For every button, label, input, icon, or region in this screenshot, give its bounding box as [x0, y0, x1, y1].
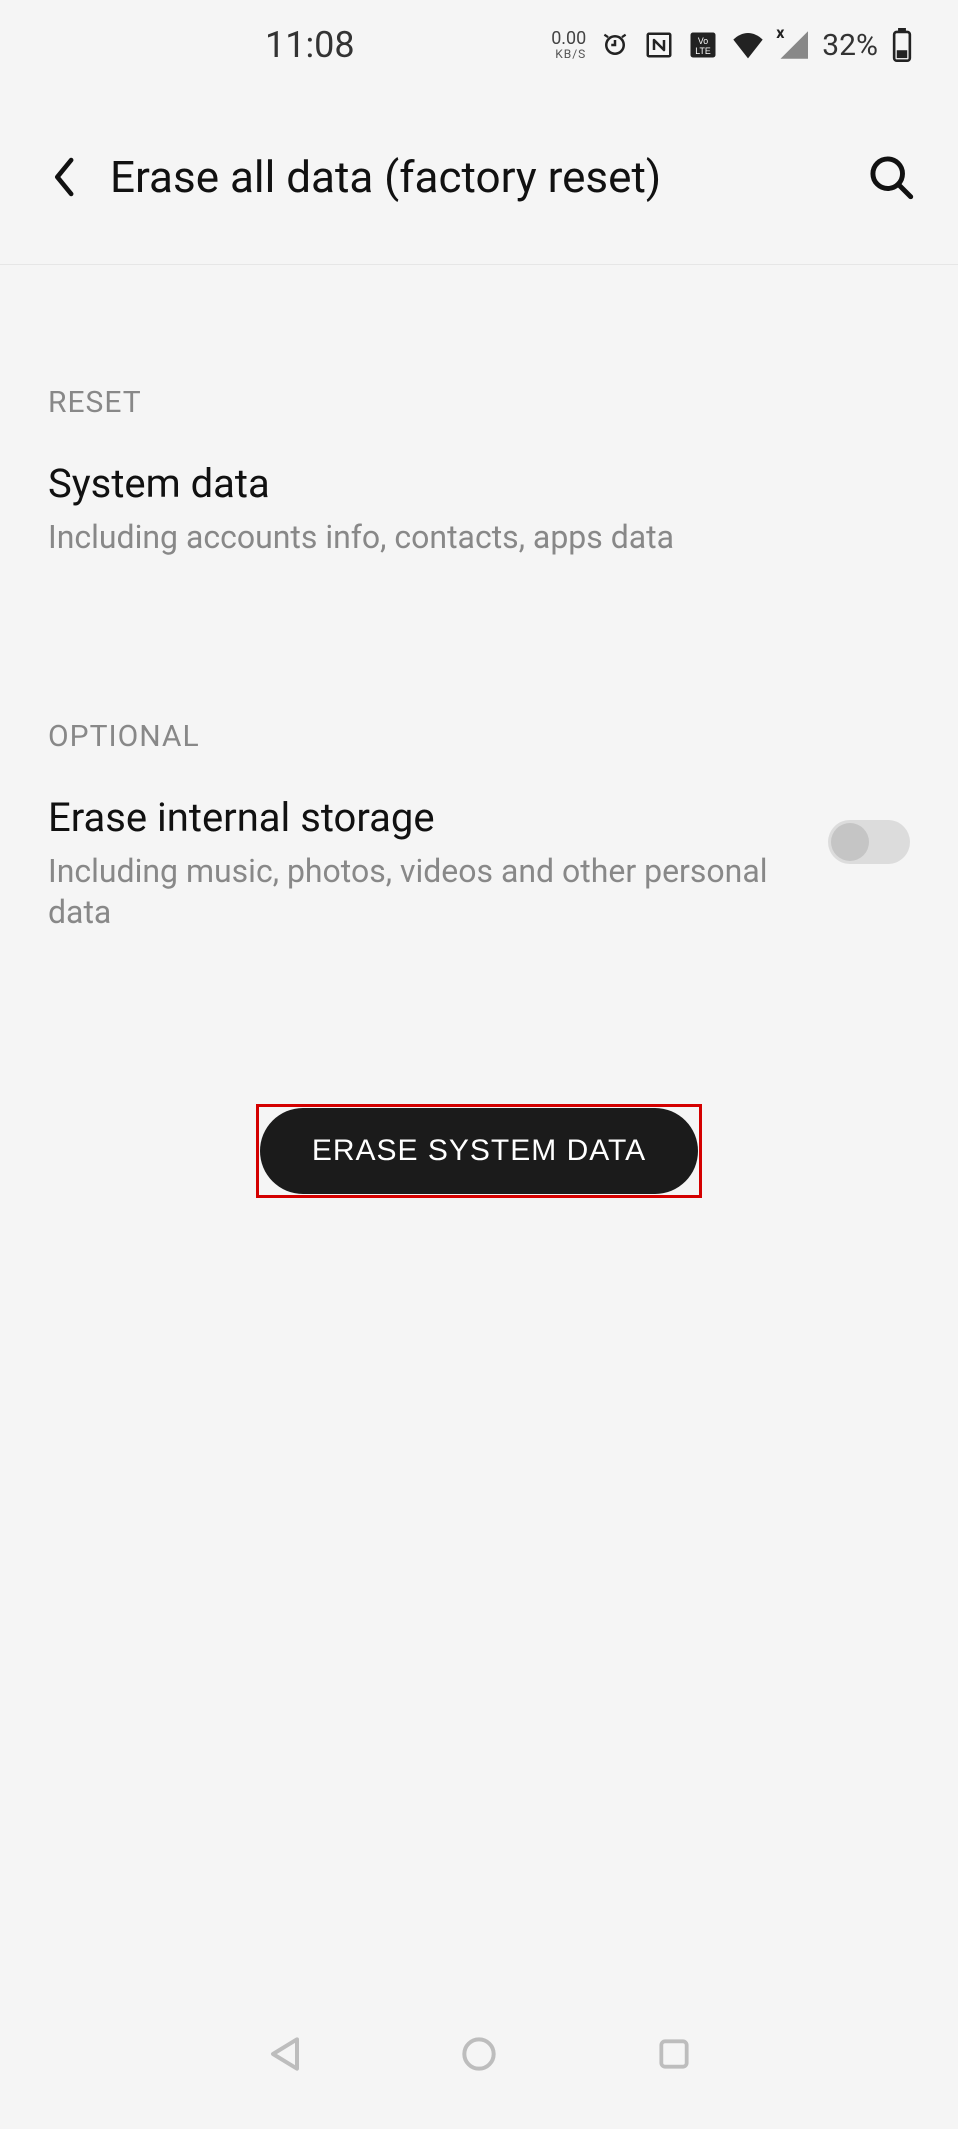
- status-bar: 11:08 0.00 KB/S VoLTE x 32%: [0, 0, 958, 90]
- header: Erase all data (factory reset): [0, 90, 958, 264]
- nav-home-icon: [459, 2034, 499, 2074]
- erase-storage-desc: Including music, photos, videos and othe…: [48, 851, 768, 934]
- wifi-icon: [732, 31, 764, 59]
- network-speed-value: 0.00: [551, 30, 586, 48]
- battery-percent: 32%: [822, 28, 878, 63]
- network-speed: 0.00 KB/S: [551, 30, 586, 60]
- network-speed-unit: KB/S: [555, 48, 586, 60]
- alarm-icon: [600, 30, 630, 60]
- system-data-title: System data: [48, 460, 910, 507]
- erase-system-data-button[interactable]: ERASE SYSTEM DATA: [260, 1108, 698, 1194]
- nav-home-button[interactable]: [449, 2024, 509, 2084]
- section-label-optional: OPTIONAL: [48, 719, 910, 754]
- erase-storage-toggle[interactable]: [828, 820, 910, 864]
- cellular-signal-icon: x: [778, 31, 808, 59]
- section-label-reset: RESET: [48, 385, 910, 420]
- erase-button-wrap: ERASE SYSTEM DATA: [48, 1104, 910, 1198]
- status-time: 11:08: [265, 24, 355, 66]
- svg-text:LTE: LTE: [696, 46, 712, 56]
- status-right: 0.00 KB/S VoLTE x 32%: [551, 28, 918, 63]
- screen: 11:08 0.00 KB/S VoLTE x 32%: [0, 0, 958, 2129]
- chevron-left-icon: [51, 157, 79, 197]
- erase-storage-title: Erase internal storage: [48, 794, 798, 841]
- nav-recent-icon: [655, 2035, 693, 2073]
- back-button[interactable]: [40, 152, 90, 202]
- navigation-bar: [0, 2009, 958, 2129]
- svg-text:Vo: Vo: [698, 36, 708, 46]
- page-title: Erase all data (factory reset): [110, 151, 864, 203]
- system-data-desc: Including accounts info, contacts, apps …: [48, 517, 768, 559]
- nav-back-button[interactable]: [255, 2024, 315, 2084]
- erase-storage-row[interactable]: Erase internal storage Including music, …: [48, 794, 910, 934]
- battery-icon: [892, 28, 912, 62]
- toggle-knob: [831, 823, 869, 861]
- nav-back-icon: [265, 2034, 305, 2074]
- erase-button-highlight: ERASE SYSTEM DATA: [256, 1104, 702, 1198]
- nav-recent-button[interactable]: [644, 2024, 704, 2084]
- signal-x-label: x: [776, 23, 784, 42]
- system-data-row[interactable]: System data Including accounts info, con…: [48, 460, 910, 559]
- nfc-icon: [644, 30, 674, 60]
- volte-icon: VoLTE: [688, 30, 718, 60]
- search-button[interactable]: [864, 150, 918, 204]
- content: RESET System data Including accounts inf…: [0, 265, 958, 2009]
- search-icon: [868, 154, 914, 200]
